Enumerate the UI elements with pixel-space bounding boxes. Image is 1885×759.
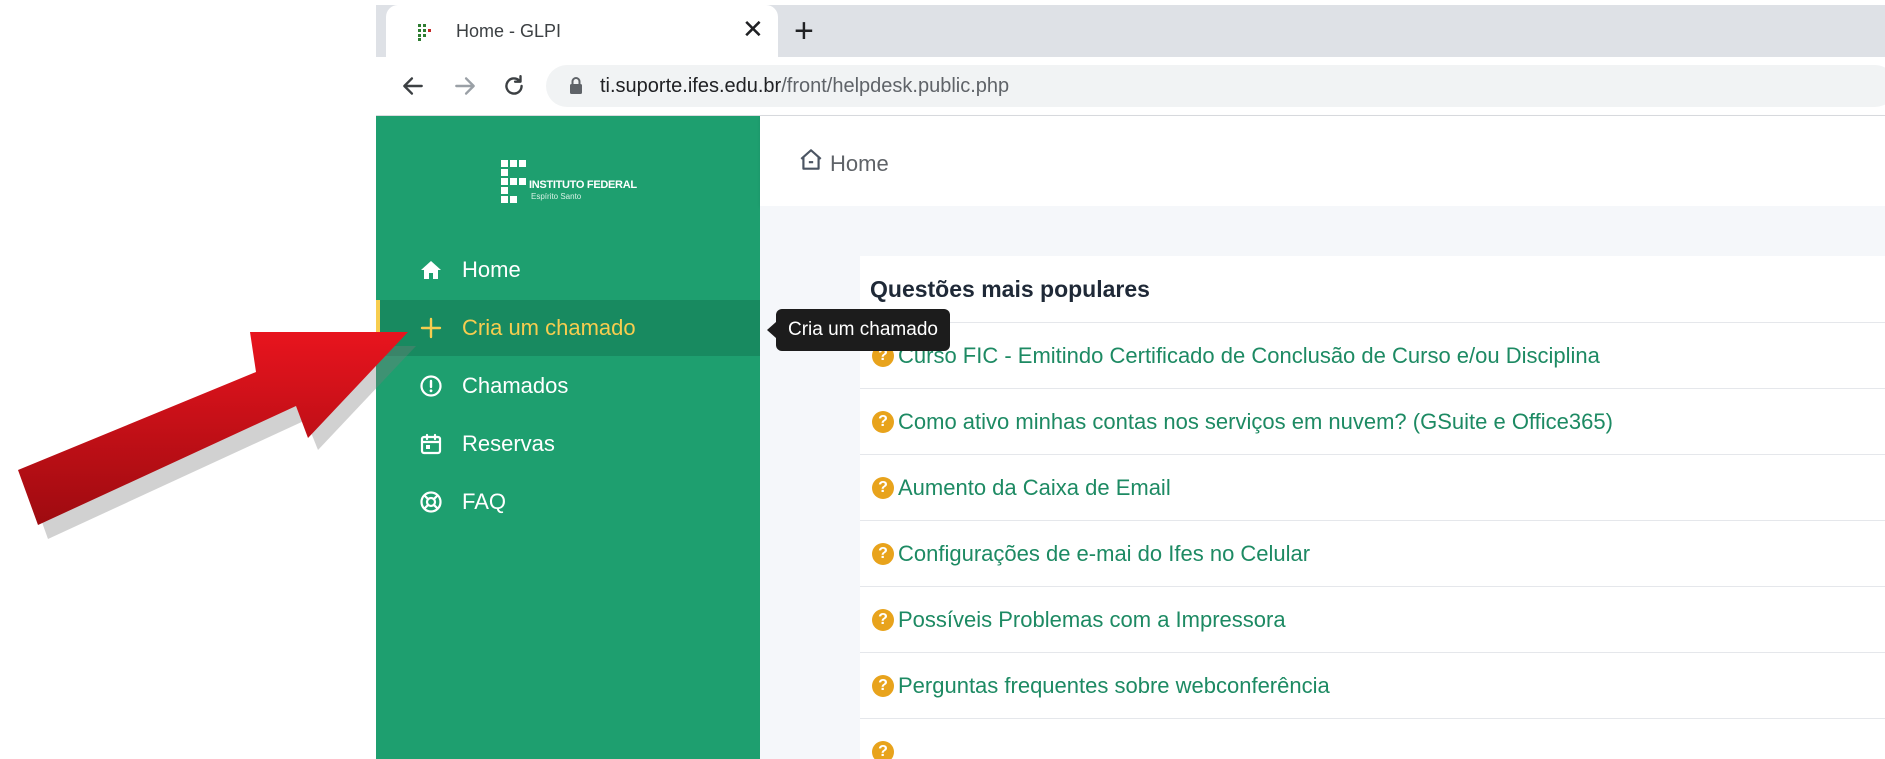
main-content: Questões mais populares ? Curso FIC - Em… — [760, 206, 1885, 759]
address-bar[interactable]: ti.suporte.ifes.edu.br/front/helpdesk.pu… — [546, 65, 1885, 107]
popular-questions-card: Questões mais populares ? Curso FIC - Em… — [860, 256, 1885, 759]
question-link[interactable]: Perguntas frequentes sobre webconferênci… — [898, 673, 1330, 699]
question-link[interactable]: Aumento da Caixa de Email — [898, 475, 1171, 501]
new-tab-button[interactable]: + — [794, 14, 814, 48]
sidebar-item-label: Cria um chamado — [462, 315, 636, 340]
list-item[interactable]: ? Possíveis Problemas com a Impressora — [860, 586, 1885, 652]
sidebar-item-faq[interactable]: FAQ — [376, 474, 760, 530]
sidebar-item-reservas[interactable]: Reservas — [376, 416, 760, 472]
breadcrumb-home[interactable]: Home — [830, 151, 889, 177]
url-text: ti.suporte.ifes.edu.br/front/helpdesk.pu… — [600, 75, 1009, 98]
reload-icon — [505, 75, 523, 95]
lifebuoy-icon — [420, 491, 442, 513]
logo-text-line2: Espírito Santo — [531, 192, 582, 201]
page-header: Home — [760, 116, 1885, 206]
red-annotation-arrow-icon — [18, 332, 416, 539]
tab-close-icon[interactable]: ✕ — [742, 16, 764, 42]
calendar-icon — [420, 433, 442, 455]
plus-icon — [420, 317, 442, 339]
sidebar-item-label: Chamados — [462, 373, 569, 398]
sidebar-item-chamados[interactable]: Chamados — [376, 358, 760, 414]
sidebar-item-label: Reservas — [462, 431, 555, 456]
list-item[interactable]: ? Configurações de e-mai do Ifes no Celu… — [860, 520, 1885, 586]
question-icon: ? — [872, 675, 894, 697]
sidebar-item-home[interactable]: Home — [376, 242, 760, 298]
logo-text-line1: INSTITUTO FEDERAL — [529, 179, 637, 191]
list-item[interactable]: ? Curso FIC - Emitindo Certificado de Co… — [860, 322, 1885, 388]
sidebar-item-label: FAQ — [462, 489, 507, 514]
browser-window: Home - GLPI ✕ + ti.suporte.ifes.edu.br/f… — [376, 0, 1885, 759]
reload-button[interactable] — [497, 69, 531, 103]
alert-circle-icon — [420, 375, 442, 397]
arrow-right-icon — [455, 77, 475, 95]
url-path: /front/helpdesk.public.php — [781, 75, 1010, 97]
question-icon: ? — [872, 477, 894, 499]
question-icon: ? — [872, 609, 894, 631]
list-item[interactable]: ? Perguntas frequentes sobre webconferên… — [860, 652, 1885, 718]
browser-toolbar: ti.suporte.ifes.edu.br/front/helpdesk.pu… — [376, 57, 1885, 116]
instituto-federal-logo[interactable]: INSTITUTO FEDERAL Espírito Santo — [501, 158, 651, 218]
question-link[interactable]: Curso FIC - Emitindo Certificado de Conc… — [898, 343, 1600, 369]
tab-strip: Home - GLPI ✕ + — [376, 5, 1885, 57]
question-link[interactable]: Como ativo minhas contas nos serviços em… — [898, 409, 1613, 435]
question-icon: ? — [872, 411, 894, 433]
question-link[interactable]: Configurações de e-mai do Ifes no Celula… — [898, 541, 1310, 567]
home-icon — [421, 261, 441, 279]
tooltip: Cria um chamado — [776, 309, 950, 351]
url-host: ti.suporte.ifes.edu.br — [600, 75, 782, 97]
list-item-partial[interactable]: ? — [860, 718, 1885, 759]
glpi-favicon-icon — [418, 24, 431, 41]
arrow-left-icon — [403, 77, 423, 95]
home-outline-icon[interactable] — [798, 147, 824, 173]
question-icon: ? — [872, 741, 894, 759]
sidebar-item-label: Home — [462, 257, 521, 282]
sidebar: INSTITUTO FEDERAL Espírito Santo Home Cr… — [376, 116, 760, 759]
question-icon: ? — [872, 543, 894, 565]
question-link[interactable]: Possíveis Problemas com a Impressora — [898, 607, 1286, 633]
tab-title: Home - GLPI — [456, 21, 562, 41]
back-button[interactable] — [396, 69, 430, 103]
sidebar-item-cria-um-chamado[interactable]: Cria um chamado — [376, 300, 760, 356]
tooltip-arrow — [767, 322, 776, 338]
forward-button[interactable] — [448, 69, 482, 103]
browser-tab[interactable]: Home - GLPI ✕ — [386, 5, 778, 57]
card-title: Questões mais populares — [870, 276, 1150, 302]
lock-icon — [570, 77, 582, 94]
list-item[interactable]: ? Aumento da Caixa de Email — [860, 454, 1885, 520]
list-item[interactable]: ? Como ativo minhas contas nos serviços … — [860, 388, 1885, 454]
